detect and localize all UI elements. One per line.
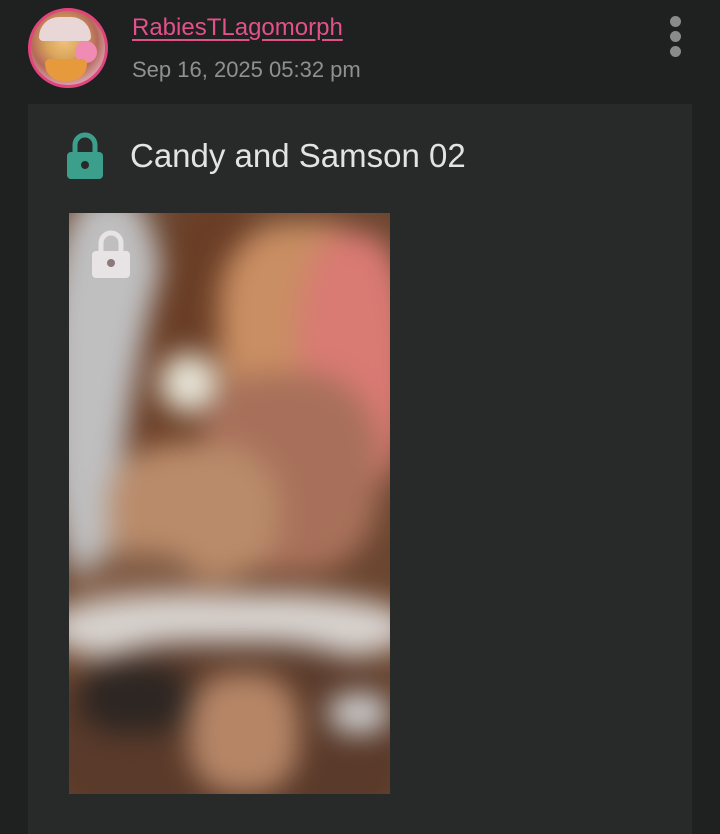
avatar-hat xyxy=(39,17,91,41)
post-page: RabiesTLagomorph Sep 16, 2025 05:32 pm C… xyxy=(0,0,720,834)
more-vertical-icon xyxy=(670,16,681,27)
more-vertical-icon xyxy=(670,31,681,42)
post-header: RabiesTLagomorph Sep 16, 2025 05:32 pm xyxy=(0,0,720,104)
post-title: Candy and Samson 02 xyxy=(130,137,466,174)
lock-icon xyxy=(67,132,103,179)
locked-image-thumbnail[interactable] xyxy=(69,213,390,794)
more-options-button[interactable] xyxy=(664,14,688,60)
more-vertical-icon xyxy=(670,46,681,57)
avatar-beard xyxy=(45,59,87,81)
username-link[interactable]: RabiesTLagomorph xyxy=(132,14,343,42)
blurred-image xyxy=(69,213,390,794)
lock-icon xyxy=(92,230,130,278)
post-card: Candy and Samson 02 xyxy=(28,104,692,834)
avatar[interactable] xyxy=(28,8,108,88)
post-timestamp: Sep 16, 2025 05:32 pm xyxy=(132,57,361,82)
